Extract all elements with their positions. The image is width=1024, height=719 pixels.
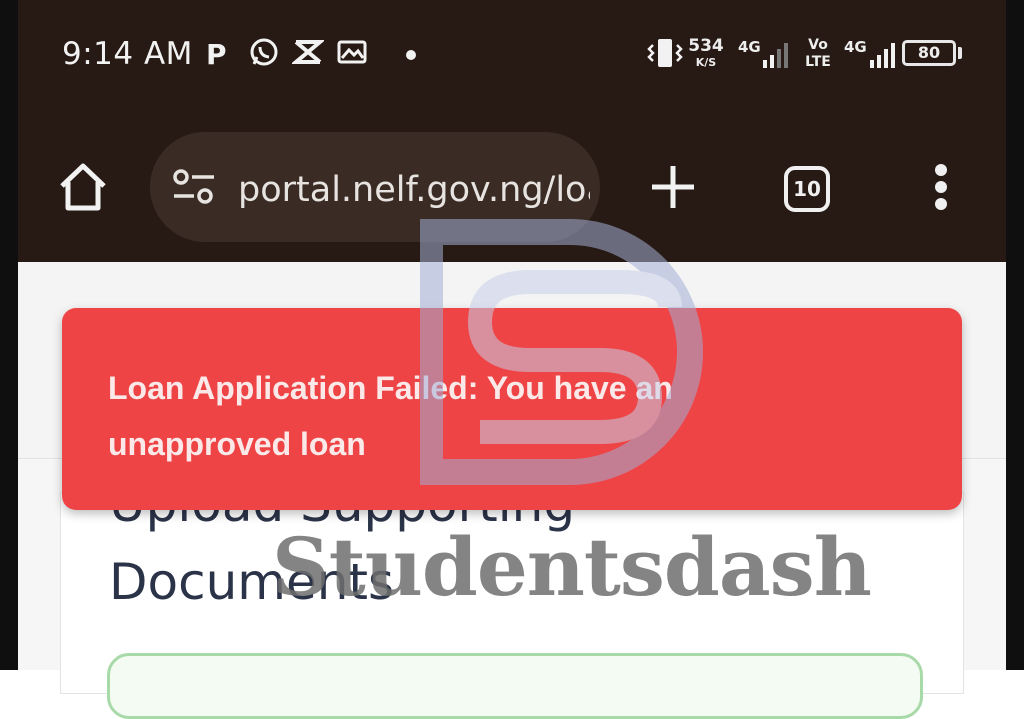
url-text[interactable]: portal.nelf.gov.ng/loa	[238, 170, 590, 210]
dot-icon	[406, 50, 416, 60]
menu-dot-icon	[935, 198, 947, 210]
card-title-line2: Documents	[109, 553, 395, 611]
signal-icon-2	[868, 40, 898, 70]
device-frame-right	[1006, 0, 1024, 670]
speed-value: 534	[688, 36, 724, 56]
browser-toolbar: portal.nelf.gov.ng/loa 10	[18, 128, 1006, 242]
card-title: Upload Supporting Documents	[109, 491, 709, 621]
vibrate-icon	[646, 36, 684, 70]
p-icon: P	[206, 38, 227, 71]
capcut-icon	[292, 36, 324, 68]
more-menu-button[interactable]	[932, 164, 950, 214]
speed-unit: K/S	[695, 56, 717, 69]
menu-dot-icon	[935, 164, 947, 176]
status-time: 9:14 AM	[62, 36, 193, 72]
upload-field[interactable]	[107, 653, 923, 719]
address-bar[interactable]: portal.nelf.gov.ng/loa	[150, 132, 600, 242]
battery-tip	[958, 47, 962, 59]
gallery-icon	[336, 36, 368, 68]
plus-icon	[652, 166, 694, 208]
toast-message: Loan Application Failed: You have an una…	[108, 370, 673, 462]
status-bar: 9:14 AM P 534 K/S 4G Vo LTE 4G 80	[18, 0, 1006, 100]
new-tab-button[interactable]	[648, 162, 698, 216]
home-icon	[60, 163, 106, 211]
battery-indicator: 80	[902, 40, 956, 66]
volte-bottom: LTE	[805, 54, 831, 70]
network-type-1: 4G	[738, 38, 761, 56]
network-type-2: 4G	[844, 38, 867, 56]
home-button[interactable]	[54, 158, 112, 216]
menu-dot-icon	[935, 181, 947, 193]
site-settings-icon[interactable]	[172, 168, 216, 210]
tab-switcher-button[interactable]: 10	[784, 166, 830, 212]
browser-top-bar: 9:14 AM P 534 K/S 4G Vo LTE 4G 80 portal…	[18, 0, 1006, 262]
upload-card: Upload Supporting Documents	[60, 491, 964, 719]
whatsapp-icon	[248, 36, 280, 68]
volte-top: Vo	[808, 37, 828, 53]
device-frame-left	[0, 0, 18, 670]
signal-icon-1	[762, 40, 788, 70]
error-toast[interactable]: Loan Application Failed: You have an una…	[62, 308, 962, 510]
